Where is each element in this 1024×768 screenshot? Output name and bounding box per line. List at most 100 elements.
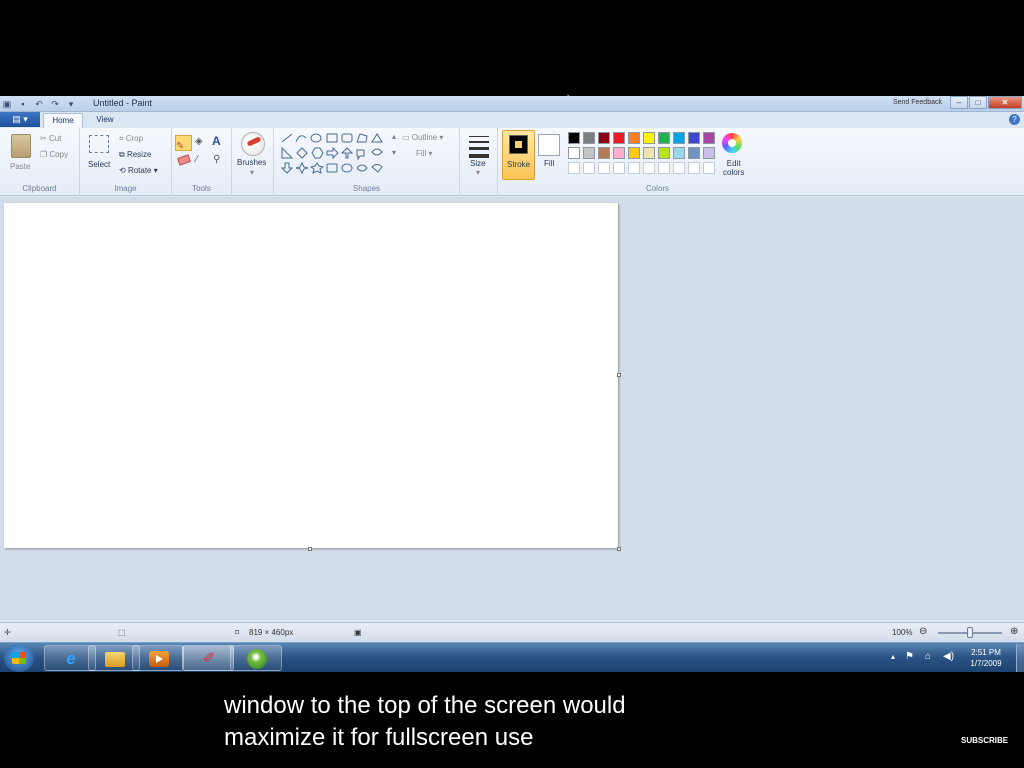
size-group[interactable]: Size ▾ (460, 128, 498, 196)
color-swatch[interactable] (613, 132, 625, 144)
start-button[interactable] (4, 644, 34, 672)
edit-colors-button[interactable]: Edit colors (723, 159, 744, 177)
color-swatch[interactable] (643, 147, 655, 159)
volume-icon[interactable]: ◀) (943, 651, 954, 662)
zoom-slider-thumb[interactable] (967, 627, 973, 638)
shapes-scroll-icon[interactable]: ▴ (392, 132, 396, 141)
color-swatch[interactable] (673, 132, 685, 144)
maximize-button[interactable]: □ (969, 96, 987, 109)
zoom-in-button[interactable]: ⊕ (1010, 626, 1018, 637)
color-wheel-icon[interactable] (722, 133, 742, 153)
show-desktop-button[interactable] (1016, 644, 1024, 672)
size-button[interactable]: Size (470, 159, 486, 168)
ribbon: Paste ✂ Cut ❐ Copy Clipboard Select ⌗ Cr… (0, 128, 1024, 196)
stroke-label: Stroke (507, 160, 531, 169)
crop-button[interactable]: ⌗ Crop (119, 134, 143, 144)
color-swatch[interactable] (628, 132, 640, 144)
network-icon[interactable]: ⌂ (925, 651, 931, 662)
customize-qat-icon[interactable]: ▾ (66, 99, 76, 109)
color-swatch[interactable] (673, 147, 685, 159)
shapes-more-icon[interactable]: ▾ (392, 148, 396, 157)
window-title: Untitled - Paint (93, 98, 153, 108)
custom-color-slot[interactable] (583, 162, 595, 174)
color-swatch[interactable] (598, 132, 610, 144)
resize-handle-bottom[interactable] (308, 547, 312, 551)
taskbar-clock[interactable]: 2:51 PM 1/7/2009 (960, 647, 1012, 669)
color-swatch[interactable] (658, 132, 670, 144)
custom-color-slot[interactable] (568, 162, 580, 174)
select-icon[interactable] (89, 135, 109, 153)
color-swatch[interactable] (688, 132, 700, 144)
eraser-tool[interactable] (176, 154, 192, 166)
color-swatch[interactable] (688, 147, 700, 159)
folder-icon (105, 652, 125, 667)
drawing-canvas[interactable] (4, 203, 618, 548)
resize-handle-right[interactable] (617, 373, 621, 377)
copy-button[interactable]: ❐ Copy (40, 150, 68, 159)
fill-bucket-tool[interactable]: ◈ (195, 136, 203, 147)
internet-explorer-icon: e (66, 649, 76, 668)
custom-color-slot[interactable] (613, 162, 625, 174)
redo-icon[interactable]: ↷ (50, 99, 60, 109)
caption-line-1: window to the top of the screen would (224, 692, 626, 719)
action-center-icon[interactable]: ⚑ (905, 651, 914, 662)
subscribe-watermark[interactable]: SUBSCRIBE (961, 736, 1008, 745)
title-bar[interactable]: ▣ ▪ ↶ ↷ ▾ Untitled - Paint Send Feedback… (0, 96, 1024, 112)
tab-view[interactable]: View (90, 113, 120, 128)
magnifier-tool[interactable]: ⚲ (213, 154, 220, 165)
custom-color-slot[interactable] (598, 162, 610, 174)
custom-color-slot[interactable] (688, 162, 700, 174)
stroke-color-button[interactable]: Stroke (502, 130, 535, 180)
send-feedback-link[interactable]: Send Feedback (893, 99, 942, 106)
outline-dropdown[interactable]: ▭ Outline ▾ (402, 133, 443, 142)
minimize-button[interactable]: – (950, 96, 968, 109)
save-icon[interactable]: ▪ (18, 99, 28, 109)
color-swatch[interactable] (628, 147, 640, 159)
fill-color-swatch[interactable] (538, 134, 560, 156)
color-picker-tool[interactable]: ⁄ (196, 154, 198, 165)
selection-size-icon: ⬚ (118, 628, 126, 637)
media-player-icon (149, 651, 169, 667)
color-swatch[interactable] (583, 147, 595, 159)
taskbar-media-center[interactable] (230, 645, 282, 671)
fill-color-label[interactable]: Fill (544, 159, 554, 168)
close-button[interactable]: ✕ (988, 96, 1022, 109)
custom-color-slot[interactable] (703, 162, 715, 174)
custom-color-slot[interactable] (658, 162, 670, 174)
shapes-gallery[interactable] (278, 132, 390, 176)
paste-button[interactable]: Paste (10, 162, 30, 171)
color-swatch[interactable] (583, 132, 595, 144)
color-swatch[interactable] (703, 147, 715, 159)
color-swatch[interactable] (568, 132, 580, 144)
cut-button[interactable]: ✂ Cut (40, 134, 61, 143)
custom-color-slot[interactable] (643, 162, 655, 174)
paint-menu-button[interactable]: ▤ ▾ (0, 112, 40, 127)
custom-color-slot[interactable] (628, 162, 640, 174)
fill-dropdown[interactable]: Fill ▾ (416, 149, 432, 158)
undo-icon[interactable]: ↶ (34, 99, 44, 109)
color-swatch[interactable] (598, 147, 610, 159)
color-swatch[interactable] (703, 132, 715, 144)
taskbar-media-player[interactable] (132, 645, 184, 671)
taskbar-paint[interactable]: ✐ (182, 645, 234, 671)
color-swatch[interactable] (568, 147, 580, 159)
help-icon[interactable]: ? (1009, 114, 1020, 125)
colors-group: Edit colors Colors (565, 128, 750, 196)
color-swatch[interactable] (643, 132, 655, 144)
zoom-out-button[interactable]: ⊖ (919, 626, 927, 637)
rotate-button[interactable]: ⟲ Rotate ▾ (119, 166, 158, 175)
paste-icon[interactable] (11, 134, 31, 158)
text-tool[interactable]: A (212, 134, 221, 148)
resize-button[interactable]: ⧉ Resize (119, 150, 151, 160)
color-swatch[interactable] (613, 147, 625, 159)
canvas-area (0, 197, 1024, 620)
color-swatch[interactable] (658, 147, 670, 159)
custom-color-slot[interactable] (673, 162, 685, 174)
brushes-button[interactable]: Brushes (237, 158, 266, 167)
tab-home[interactable]: Home (43, 113, 83, 128)
show-hidden-icons-button[interactable]: ▴ (891, 652, 895, 661)
resize-handle-corner[interactable] (617, 547, 621, 551)
brushes-group[interactable]: Brushes ▾ (232, 128, 274, 196)
pencil-tool[interactable]: ✎ (175, 135, 192, 152)
select-button[interactable]: Select (88, 160, 110, 169)
